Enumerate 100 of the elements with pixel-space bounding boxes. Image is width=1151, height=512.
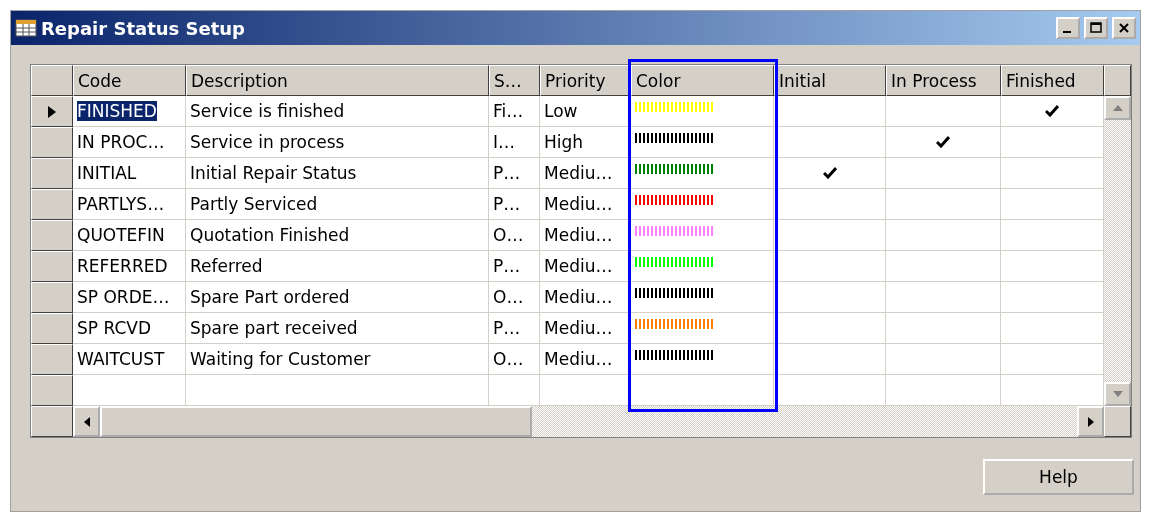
minimize-button[interactable] bbox=[1056, 17, 1080, 39]
left-triangle-icon bbox=[83, 416, 90, 427]
checkbox-cell[interactable] bbox=[886, 189, 1001, 220]
checkbox-cell[interactable] bbox=[774, 282, 886, 313]
table-cell: I… bbox=[489, 127, 540, 158]
table-cell: SP ORDE… bbox=[73, 282, 186, 313]
checkbox-cell[interactable] bbox=[774, 158, 886, 189]
table-cell: Mediu… bbox=[540, 220, 631, 251]
checkbox-cell[interactable] bbox=[774, 189, 886, 220]
checkbox-cell[interactable] bbox=[1001, 251, 1104, 282]
table-cell: INITIAL bbox=[73, 158, 186, 189]
table-cell: Service is finished bbox=[186, 96, 489, 127]
table-cell: Mediu… bbox=[540, 313, 631, 344]
close-button[interactable] bbox=[1112, 17, 1136, 39]
row-selector[interactable] bbox=[31, 282, 73, 313]
table-cell: P… bbox=[489, 313, 540, 344]
column-header[interactable]: Finished bbox=[1001, 65, 1104, 96]
checkbox-cell[interactable] bbox=[886, 96, 1001, 127]
checkbox-cell[interactable] bbox=[1001, 344, 1104, 375]
scroll-up-button[interactable] bbox=[1104, 96, 1131, 120]
table-cell: Spare Part ordered bbox=[186, 282, 489, 313]
checkbox-cell[interactable] bbox=[886, 344, 1001, 375]
scroll-down-button[interactable] bbox=[1104, 382, 1131, 406]
table-cell: Spare part received bbox=[186, 313, 489, 344]
table-cell: Initial Repair Status bbox=[186, 158, 489, 189]
down-triangle-icon bbox=[1112, 391, 1123, 397]
maximize-button[interactable] bbox=[1084, 17, 1108, 39]
table-cell: Service in process bbox=[186, 127, 489, 158]
checkbox-cell[interactable] bbox=[1001, 158, 1104, 189]
horizontal-scrollbar[interactable] bbox=[73, 406, 1104, 437]
row-selector[interactable] bbox=[31, 158, 73, 189]
table-cell: Waiting for Customer bbox=[186, 344, 489, 375]
table-cell: IN PROC… bbox=[73, 127, 186, 158]
checkbox-cell[interactable] bbox=[774, 344, 886, 375]
row-selector[interactable] bbox=[31, 344, 73, 375]
checkbox-cell[interactable] bbox=[1001, 313, 1104, 344]
scroll-thumb[interactable] bbox=[100, 406, 532, 437]
column-header[interactable]: S… bbox=[489, 65, 540, 96]
vertical-scrollbar[interactable] bbox=[1104, 65, 1131, 406]
right-triangle-icon bbox=[1087, 416, 1094, 427]
table-cell: O… bbox=[489, 344, 540, 375]
column-header[interactable]: Description bbox=[186, 65, 489, 96]
checkbox-cell[interactable] bbox=[886, 158, 1001, 189]
table-cell: SP RCVD bbox=[73, 313, 186, 344]
row-selector[interactable] bbox=[31, 96, 73, 127]
table-cell bbox=[489, 375, 540, 406]
maximize-icon bbox=[1090, 22, 1102, 34]
scroll-left-button[interactable] bbox=[73, 406, 100, 437]
checkbox-cell[interactable] bbox=[1001, 282, 1104, 313]
table-cell: QUOTEFIN bbox=[73, 220, 186, 251]
table-cell: Mediu… bbox=[540, 282, 631, 313]
checkbox-cell[interactable] bbox=[774, 313, 886, 344]
scroll-right-button[interactable] bbox=[1077, 406, 1104, 437]
table-cell: Referred bbox=[186, 251, 489, 282]
checkbox-cell[interactable] bbox=[1001, 96, 1104, 127]
minimize-icon bbox=[1062, 31, 1071, 33]
checkbox-cell[interactable] bbox=[1001, 220, 1104, 251]
table-cell: Quotation Finished bbox=[186, 220, 489, 251]
table-cell: PARTLYS… bbox=[73, 189, 186, 220]
checkbox-cell[interactable] bbox=[774, 127, 886, 158]
table-cell: Mediu… bbox=[540, 344, 631, 375]
table-cell: Mediu… bbox=[540, 251, 631, 282]
table-icon bbox=[15, 19, 37, 37]
row-selector[interactable] bbox=[31, 251, 73, 282]
column-header[interactable]: Initial bbox=[774, 65, 886, 96]
up-triangle-icon bbox=[1112, 105, 1123, 111]
row-selector[interactable] bbox=[31, 189, 73, 220]
help-button[interactable]: Help bbox=[983, 459, 1134, 495]
column-header[interactable]: Code bbox=[73, 65, 186, 96]
window-title: Repair Status Setup bbox=[41, 17, 246, 39]
checkbox-cell[interactable] bbox=[774, 220, 886, 251]
checkbox-cell[interactable] bbox=[1001, 127, 1104, 158]
table-cell: P… bbox=[489, 158, 540, 189]
table-cell: WAITCUST bbox=[73, 344, 186, 375]
table-cell: P… bbox=[489, 189, 540, 220]
table-cell: Low bbox=[540, 96, 631, 127]
checkbox-cell[interactable] bbox=[774, 96, 886, 127]
table-cell: REFERRED bbox=[73, 251, 186, 282]
table-cell: Mediu… bbox=[540, 158, 631, 189]
table-cell: P… bbox=[489, 251, 540, 282]
row-selector[interactable] bbox=[31, 313, 73, 344]
close-icon bbox=[1118, 22, 1130, 34]
checkbox-cell[interactable] bbox=[886, 220, 1001, 251]
checkbox-cell[interactable] bbox=[886, 313, 1001, 344]
checkbox-cell[interactable] bbox=[774, 251, 886, 282]
row-selector[interactable] bbox=[31, 127, 73, 158]
column-header[interactable]: Priority bbox=[540, 65, 631, 96]
column-header[interactable]: Color bbox=[631, 65, 774, 96]
row-selector[interactable] bbox=[31, 220, 73, 251]
checkbox-cell[interactable] bbox=[886, 282, 1001, 313]
table-cell: Mediu… bbox=[540, 189, 631, 220]
checkbox-cell[interactable] bbox=[886, 251, 1001, 282]
row-pointer-icon bbox=[48, 105, 56, 118]
checkbox-cell[interactable] bbox=[1001, 189, 1104, 220]
column-header[interactable]: In Process bbox=[886, 65, 1001, 96]
table-cell: FINISHED bbox=[73, 96, 186, 127]
table-cell: Partly Serviced bbox=[186, 189, 489, 220]
checkbox-cell[interactable] bbox=[886, 127, 1001, 158]
table-cell: High bbox=[540, 127, 631, 158]
table-cell: O… bbox=[489, 282, 540, 313]
